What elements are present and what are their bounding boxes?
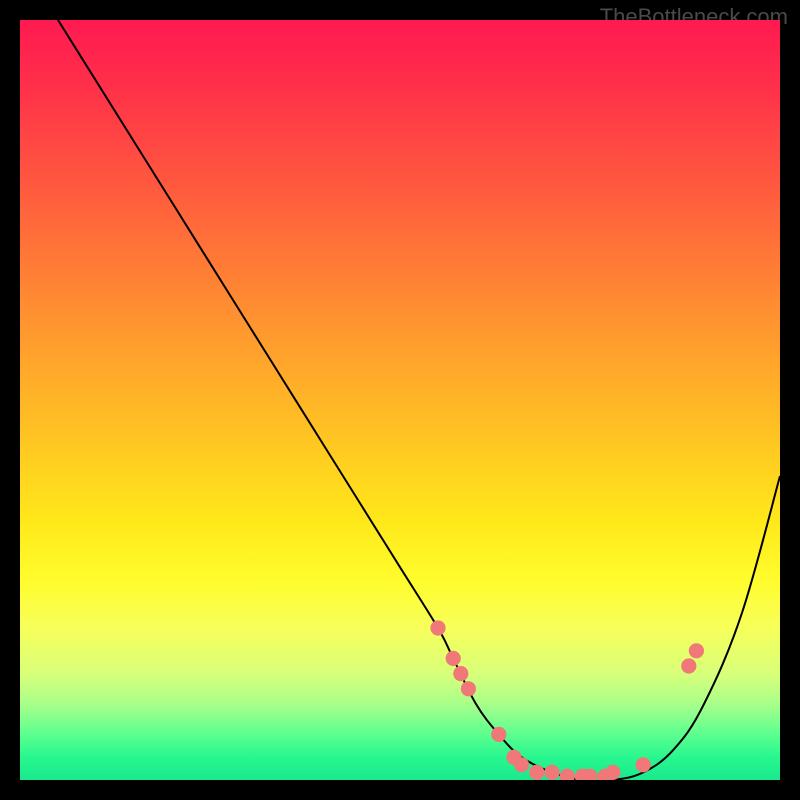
chart-marker [560, 769, 575, 780]
chart-marker [544, 765, 559, 780]
chart-marker [689, 643, 704, 658]
chart-svg [20, 20, 780, 780]
chart-marker [491, 727, 506, 742]
chart-marker [446, 651, 461, 666]
bottleneck-curve [58, 20, 780, 780]
chart-marker [529, 765, 544, 780]
chart-marker [453, 666, 468, 681]
chart-marker [605, 765, 620, 780]
chart-marker [681, 658, 696, 673]
chart-marker [636, 757, 651, 772]
chart-markers [430, 620, 704, 780]
chart-marker [430, 620, 445, 635]
chart-marker [514, 757, 529, 772]
chart-marker [461, 681, 476, 696]
bottleneck-chart [20, 20, 780, 780]
